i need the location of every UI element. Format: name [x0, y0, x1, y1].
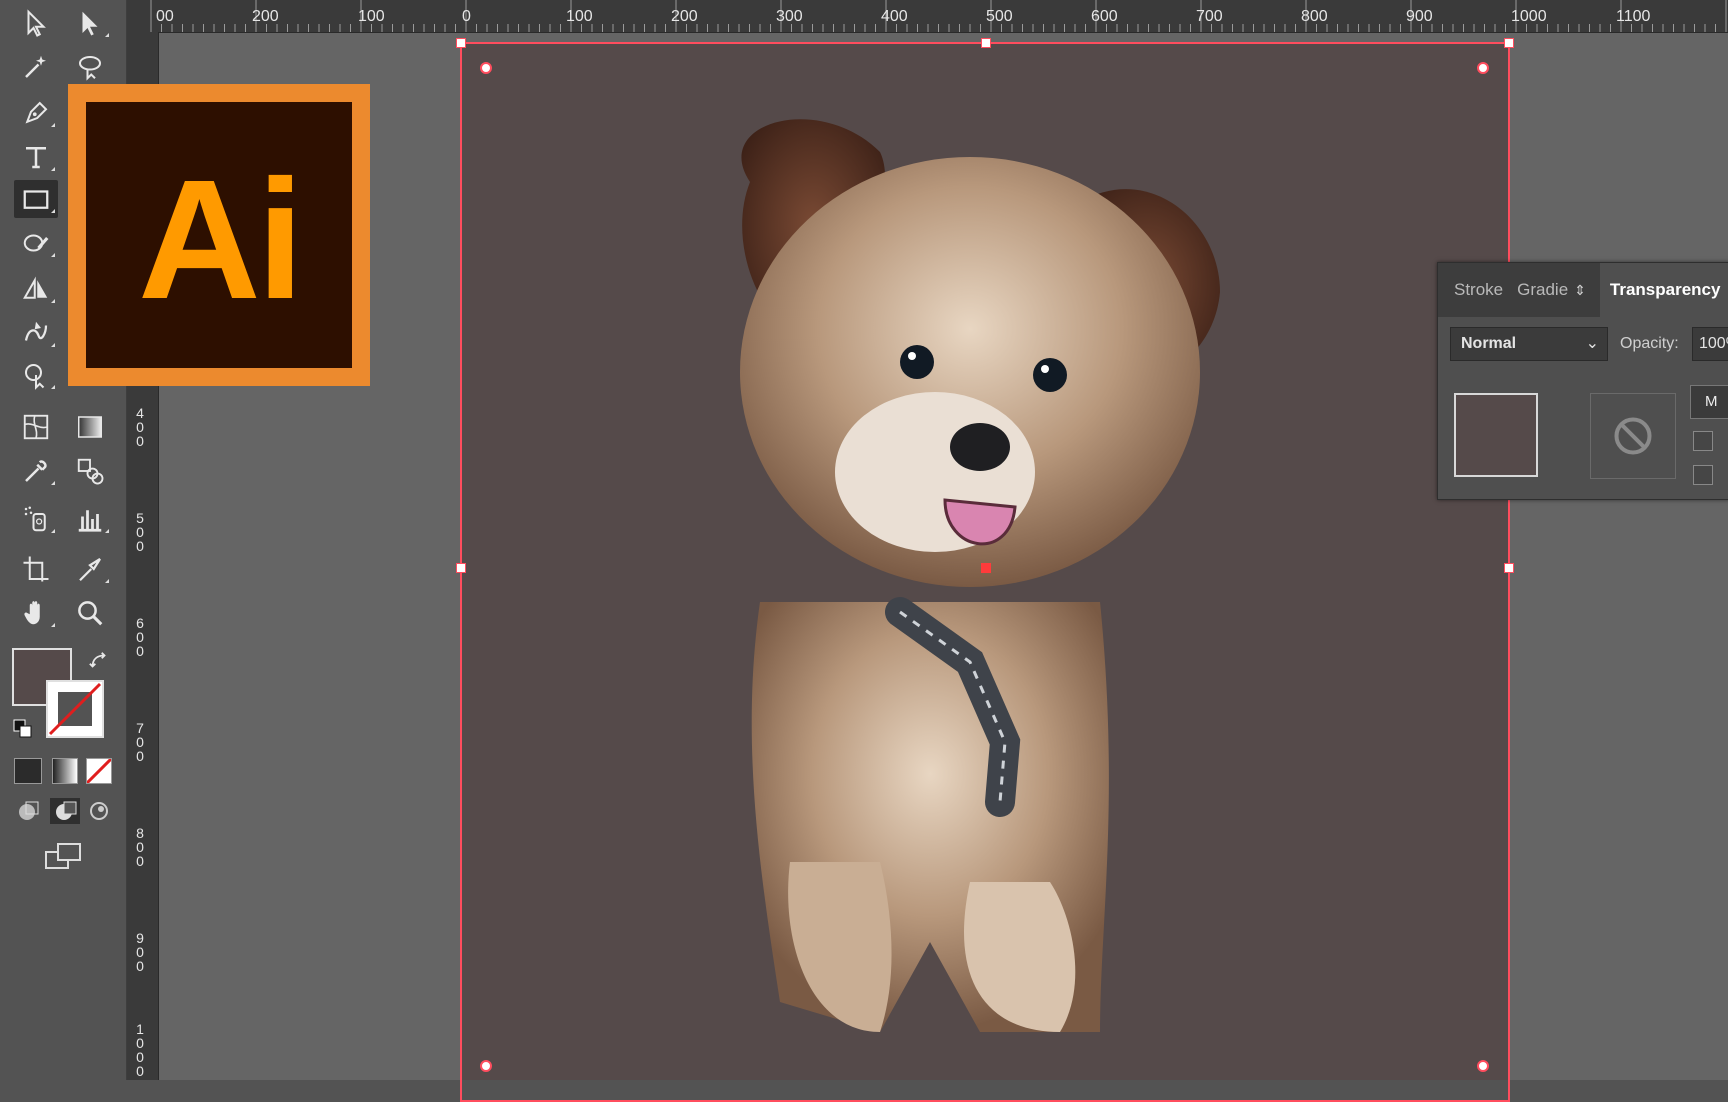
direct-selection-icon[interactable] [68, 4, 112, 42]
ruler-label: 600 [1091, 8, 1118, 25]
illustrator-logo: Ai [68, 84, 370, 386]
ruler-label: 500 [136, 510, 144, 554]
mesh-icon[interactable] [14, 408, 58, 446]
transparency-panel: Stroke Gradie ⇕ Transparency Normal ⌄ Op… [1437, 262, 1728, 500]
stroke-swatch[interactable] [46, 680, 104, 738]
ruler-label: 1000 [1511, 8, 1547, 25]
draw-inside-icon[interactable] [88, 800, 110, 827]
no-mask-icon [1614, 417, 1652, 455]
resize-handle-top-right[interactable] [1504, 38, 1514, 48]
ruler-label: 800 [1301, 8, 1328, 25]
zoom-icon[interactable] [68, 594, 112, 632]
make-mask-button[interactable]: M [1690, 385, 1728, 419]
selection-bounding-box[interactable] [456, 38, 1514, 1102]
rectangle-icon[interactable] [14, 180, 58, 218]
tab-arrows-icon[interactable]: ⇕ [1574, 282, 1586, 299]
ruler-label: 1100 [1616, 8, 1651, 25]
color-mode-none-icon[interactable] [86, 758, 112, 784]
center-point [981, 563, 991, 573]
tab-stroke[interactable]: Stroke [1454, 280, 1503, 300]
ruler-label: 700 [1196, 8, 1223, 25]
logo-text: Ai [138, 145, 304, 335]
ruler-label: 100 [358, 8, 385, 25]
blend-mode-value: Normal [1461, 335, 1517, 352]
blend-icon[interactable] [68, 452, 112, 490]
swap-fill-stroke-icon[interactable] [88, 650, 110, 677]
tab-transparency[interactable]: Transparency [1599, 263, 1728, 317]
ruler-label: 400 [881, 8, 908, 25]
corner-widget-top-left[interactable] [480, 62, 492, 74]
ruler-label: 200 [671, 8, 698, 25]
blob-brush-icon[interactable] [14, 224, 58, 262]
ruler-label: 800 [136, 825, 144, 869]
symbol-sprayer-icon[interactable] [14, 500, 58, 538]
blend-mode-select[interactable]: Normal ⌄ [1450, 327, 1608, 361]
draw-behind-icon[interactable] [50, 798, 80, 824]
ruler-label: 900 [136, 930, 144, 974]
corner-widget-bottom-right[interactable] [1477, 1060, 1489, 1072]
ruler-label: 700 [136, 720, 144, 764]
object-thumbnail[interactable] [1454, 393, 1538, 477]
ruler-label: 400 [136, 405, 144, 449]
invert-mask-checkbox[interactable] [1693, 465, 1713, 485]
default-colors-icon[interactable] [12, 718, 34, 745]
clip-checkbox[interactable] [1693, 431, 1713, 451]
pen-icon[interactable] [14, 94, 58, 132]
opacity-input[interactable]: 100% [1692, 327, 1728, 361]
ruler-label: 600 [136, 615, 144, 659]
panel-tabs: Stroke Gradie ⇕ Transparency [1438, 263, 1728, 317]
eyedropper-icon[interactable] [14, 452, 58, 490]
gradient-icon[interactable] [68, 408, 112, 446]
tab-gradient[interactable]: Gradie [1517, 280, 1568, 300]
resize-handle-left[interactable] [456, 563, 466, 573]
ruler-label: 300 [776, 8, 803, 25]
corner-widget-bottom-left[interactable] [480, 1060, 492, 1072]
lasso-icon[interactable] [68, 48, 112, 86]
ruler-label: 200 [252, 8, 279, 25]
color-mode-gradient-icon[interactable] [52, 758, 78, 784]
resize-handle-top[interactable] [981, 38, 991, 48]
column-graph-icon[interactable] [68, 500, 112, 538]
opacity-label: Opacity: [1620, 335, 1679, 352]
type-icon[interactable] [14, 138, 58, 176]
ruler-label: 100 [566, 8, 593, 25]
ruler-label: 1000 [136, 1021, 144, 1079]
ruler-label: 500 [986, 8, 1013, 25]
screen-mode-icon[interactable] [44, 842, 84, 879]
horizontal-ruler[interactable]: 00 200 100 0 100 200 300 400 500 600 700… [126, 0, 1728, 33]
color-mode-solid-icon[interactable] [14, 758, 42, 784]
magic-wand-icon[interactable] [14, 48, 58, 86]
corner-widget-top-right[interactable] [1477, 62, 1489, 74]
resize-handle-top-left[interactable] [456, 38, 466, 48]
opacity-mask-slot[interactable] [1590, 393, 1676, 479]
artboard-icon[interactable] [14, 550, 58, 588]
ruler-label: 0 [462, 8, 471, 25]
chevron-down-icon: ⌄ [1585, 335, 1599, 352]
resize-handle-right[interactable] [1504, 563, 1514, 573]
shape-builder-icon[interactable] [14, 356, 58, 394]
knife-icon[interactable] [68, 550, 112, 588]
width-warp-icon[interactable] [14, 314, 58, 352]
rotate-reflect-icon[interactable] [14, 270, 58, 308]
selection-arrow-icon[interactable] [14, 4, 58, 42]
ruler-label: 900 [1406, 8, 1433, 25]
hand-icon[interactable] [14, 594, 58, 632]
draw-normal-icon[interactable] [16, 800, 42, 827]
ruler-label: 00 [156, 8, 174, 25]
